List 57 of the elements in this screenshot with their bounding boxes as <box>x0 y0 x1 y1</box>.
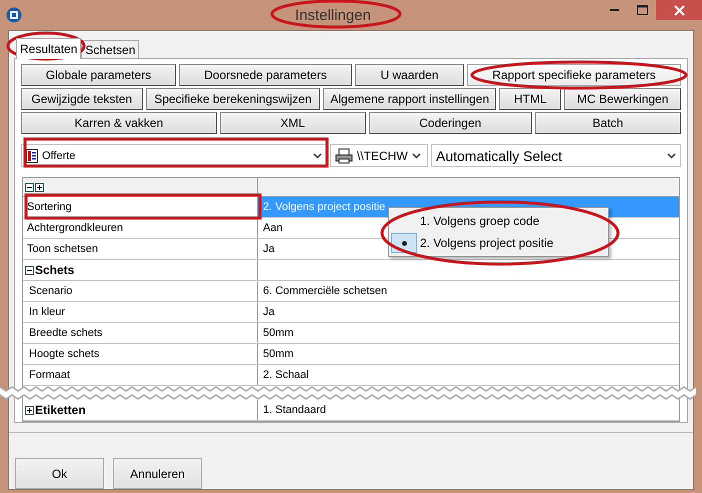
close-icon <box>674 4 684 16</box>
page-button[interactable]: Globale parameters <box>21 64 176 86</box>
page-button[interactable]: Gewijzigde teksten <box>21 88 142 110</box>
printer-icon <box>335 148 353 164</box>
app-icon <box>6 7 22 23</box>
dropdown-value: \\TECHW <box>357 148 408 162</box>
minimize-icon <box>610 9 618 11</box>
dialog-button[interactable]: Ok <box>15 458 104 489</box>
caret-icon <box>313 152 322 158</box>
group-name: Schets <box>35 263 74 277</box>
report-dropdown[interactable]: Offerte <box>21 144 327 167</box>
property-value[interactable]: Ja <box>263 306 275 318</box>
page-button[interactable]: Specifieke berekeningswijzen <box>146 88 320 110</box>
property-value[interactable]: 50mm <box>263 327 294 339</box>
expand-icon[interactable] <box>25 406 34 414</box>
property-name: Formaat <box>23 365 258 385</box>
page-button[interactable]: HTML <box>499 88 562 110</box>
property-value[interactable]: Aan <box>263 222 283 234</box>
collapse-all-icon[interactable] <box>25 182 34 192</box>
page-button[interactable]: Karren & vakken <box>21 112 217 134</box>
property-name: Scenario <box>23 281 258 301</box>
tab[interactable]: Resultaten <box>16 38 82 59</box>
caret-icon <box>412 152 421 158</box>
group-name: Etiketten <box>35 403 86 417</box>
page-button[interactable]: Batch <box>534 112 681 134</box>
dropdown-value: Offerte <box>42 150 76 162</box>
close-button[interactable] <box>656 0 702 20</box>
property-value[interactable]: 2. Schaal <box>263 369 309 381</box>
dialog-button[interactable]: Annuleren <box>113 458 202 489</box>
printer-dropdown[interactable]: \\TECHW <box>330 144 428 167</box>
page-button[interactable]: U waarden <box>355 64 464 86</box>
caret-icon <box>667 152 676 158</box>
tab[interactable]: Schetsen <box>81 40 140 58</box>
property-name: In kleur <box>23 302 258 322</box>
property-name: Toon schetsen <box>23 239 258 259</box>
dropdown-value: Automatically Select <box>436 148 564 164</box>
bullet-icon <box>402 240 406 246</box>
property-value[interactable]: 1. Standaard <box>263 404 326 416</box>
page-button[interactable]: XML <box>220 112 366 134</box>
page-button[interactable]: Algemene rapport instellingen <box>323 88 496 110</box>
property-name: Hoogte schets <box>23 344 258 364</box>
menu-item[interactable]: 2. Volgens project positie <box>389 232 608 254</box>
property-name: Achtergrondkleuren <box>23 218 258 238</box>
property-value[interactable]: 6. Commerciële schetsen <box>263 285 388 297</box>
expand-all-icon[interactable] <box>35 182 44 192</box>
page-button[interactable]: MC Bewerkingen <box>564 88 681 110</box>
paper-dropdown[interactable]: Automatically Select <box>431 144 681 167</box>
collapse-icon[interactable] <box>25 266 34 274</box>
page-button[interactable]: Coderingen <box>368 112 532 134</box>
property-name: Breedte schets <box>23 323 258 343</box>
window-title: Instellingen <box>295 6 371 24</box>
property-value[interactable]: Ja <box>263 243 275 255</box>
menu-item[interactable]: 1. Volgens groep code <box>389 210 608 232</box>
maximize-icon <box>636 5 648 15</box>
property-value[interactable]: 50mm <box>263 348 294 360</box>
page-button[interactable]: Doorsnede parameters <box>179 64 352 86</box>
report-icon <box>26 148 38 162</box>
